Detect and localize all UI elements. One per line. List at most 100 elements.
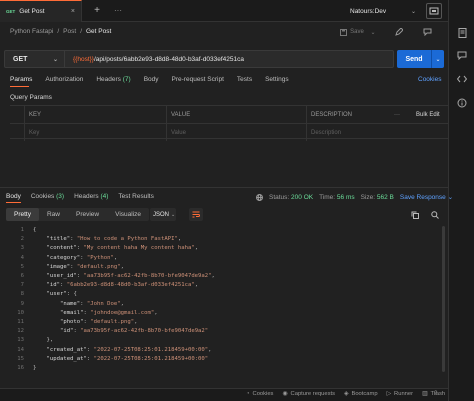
table-header-row: KEY VALUE DESCRIPTION ··· Bulk Edit [10,106,448,123]
more-icon[interactable]: ··· [390,106,412,123]
wrap-lines-icon[interactable] [189,208,203,221]
line-number: 14 [17,346,24,353]
environment-name: Natours:Dev [350,7,387,15]
cookies-count: (3) [56,193,65,200]
bulk-edit-button[interactable]: Bulk Edit [412,106,448,123]
key-input[interactable]: Key [24,124,166,141]
line-number: 3 [20,245,24,252]
line-number: 2 [20,236,24,243]
code-icon[interactable] [455,72,469,86]
tab-pre-request-script[interactable]: Pre-request Script [172,76,224,83]
table-row: Key Value Description [10,123,448,141]
comment-icon[interactable] [455,48,469,62]
trash-icon: ▥ [422,391,428,397]
method-label: GET [13,55,28,63]
send-button[interactable]: Send [397,50,431,68]
code-line: "user": { [46,291,77,298]
line-number: 5 [20,263,24,270]
document-icon[interactable] [455,26,469,40]
footer-cookies[interactable]: ◔ Cookies [246,391,273,397]
pane-divider[interactable] [0,187,448,188]
save-response-button[interactable]: Save Response ⌄ [400,193,453,201]
response-tabs: Body Cookies (3) Headers (4) Test Result… [6,193,154,200]
visualize-button[interactable]: Visualize [107,208,149,221]
info-icon[interactable] [455,96,469,110]
tab-method: GET [6,9,16,14]
tab-response-body[interactable]: Body [6,193,21,200]
footer-runner[interactable]: ▷ Runner [387,391,413,397]
line-number: 15 [17,355,24,362]
size-text: Size: 562 B [360,193,394,201]
breadcrumb-item-collection[interactable]: Python Fastapi [10,28,53,35]
globe-icon [256,193,263,201]
line-number: 16 [17,365,24,371]
scrollbar[interactable] [442,226,445,372]
preview-button[interactable]: Preview [68,208,107,221]
tab-get-post[interactable]: GET Get Post × [0,0,82,22]
params-table: KEY VALUE DESCRIPTION ··· Bulk Edit Key … [10,105,448,141]
breadcrumb-separator: / [80,28,82,35]
chevron-down-icon: ⌄ [410,8,416,15]
active-tab-indicator [10,86,29,87]
breadcrumb-separator: / [57,28,60,35]
code-line: "updated_at": "2022-07-25T08:25:01.21845… [46,355,209,362]
more-tabs-icon[interactable]: ··· [111,4,125,16]
headers-count: (7) [122,76,131,83]
breadcrumb-item-request[interactable]: Get Post [86,28,111,35]
breadcrumb-item-folder[interactable]: Post [63,28,76,35]
save-label: Save [350,29,364,35]
code-line: "id": "6abb2e93-d8d8-48d0-b3af-d033ef425… [46,282,199,289]
column-value: VALUE [166,106,306,123]
footer-label: Bootcamp [351,391,378,397]
response-body-code[interactable]: 1 {2 "title": "How to code a Python FastA… [0,227,448,372]
language-select[interactable]: JSON ⌄ [150,208,176,221]
url-input[interactable]: {{host}} /api/posts/6abb2e93-d8d8-48d0-b… [65,56,244,63]
search-icon[interactable] [429,209,440,220]
cookies-link[interactable]: Cookies [418,76,441,83]
query-params-label: Query Params [10,94,52,101]
chevron-down-icon: ⌄ [171,211,176,218]
pretty-button[interactable]: Pretty [6,208,39,221]
status-text: Status: 200 OK [269,193,314,201]
code-line: }, [33,337,54,344]
copy-icon[interactable] [409,209,420,220]
new-tab-button[interactable]: + [91,4,103,16]
edit-icon[interactable] [392,25,406,39]
tab-body[interactable]: Body [144,76,159,83]
code-line: "user_id": "aa73b95f-ac62-42fb-8b70-bfe9… [46,273,215,279]
tab-headers[interactable]: Headers (7) [96,76,130,83]
tab-tests[interactable]: Tests [237,76,252,83]
tab-authorization[interactable]: Authorization [45,76,83,83]
tab-test-results[interactable]: Test Results [118,193,153,200]
method-select[interactable]: GET ⌄ [5,51,65,67]
footer-bootcamp[interactable]: ◈ Bootcamp [344,391,378,397]
help-icon[interactable]: ? [434,391,437,397]
footer-capture-requests[interactable]: ◉ Capture requests [282,391,335,397]
description-input[interactable]: Description [306,124,448,141]
url-bar: GET ⌄ {{host}} /api/posts/6abb2e93-d8d8-… [4,50,394,68]
response-meta: Status: 200 OK Time: 56 ms Size: 562 B S… [256,193,453,201]
code-line: "photo": "default.png", [59,319,138,325]
value-input[interactable]: Value [166,124,306,141]
tab-response-cookies[interactable]: Cookies (3) [31,193,64,200]
tab-title: Get Post [19,8,45,15]
line-number: 1 [20,227,24,233]
raw-button[interactable]: Raw [39,208,68,221]
save-button[interactable]: Save [336,25,368,39]
chevron-down-icon[interactable]: ⌄ [368,25,378,39]
line-number: 8 [20,291,24,298]
line-number: 4 [20,254,24,261]
tab-settings[interactable]: Settings [265,76,289,83]
footer-label: Runner [394,391,414,397]
line-number: 9 [20,300,24,307]
close-icon[interactable]: × [71,8,75,15]
tab-response-headers[interactable]: Headers (4) [74,193,108,200]
breadcrumb: Python Fastapi / Post / Get Post [10,28,111,35]
chevron-down-icon[interactable]: ⌄ [431,50,444,68]
active-tab-indicator [6,202,21,203]
comment-icon[interactable] [420,25,434,39]
column-description: DESCRIPTION [306,106,390,123]
environment-select[interactable]: Natours:Dev ⌄ [346,4,420,18]
eye-icon[interactable] [426,3,442,19]
tab-params[interactable]: Params [10,76,32,83]
